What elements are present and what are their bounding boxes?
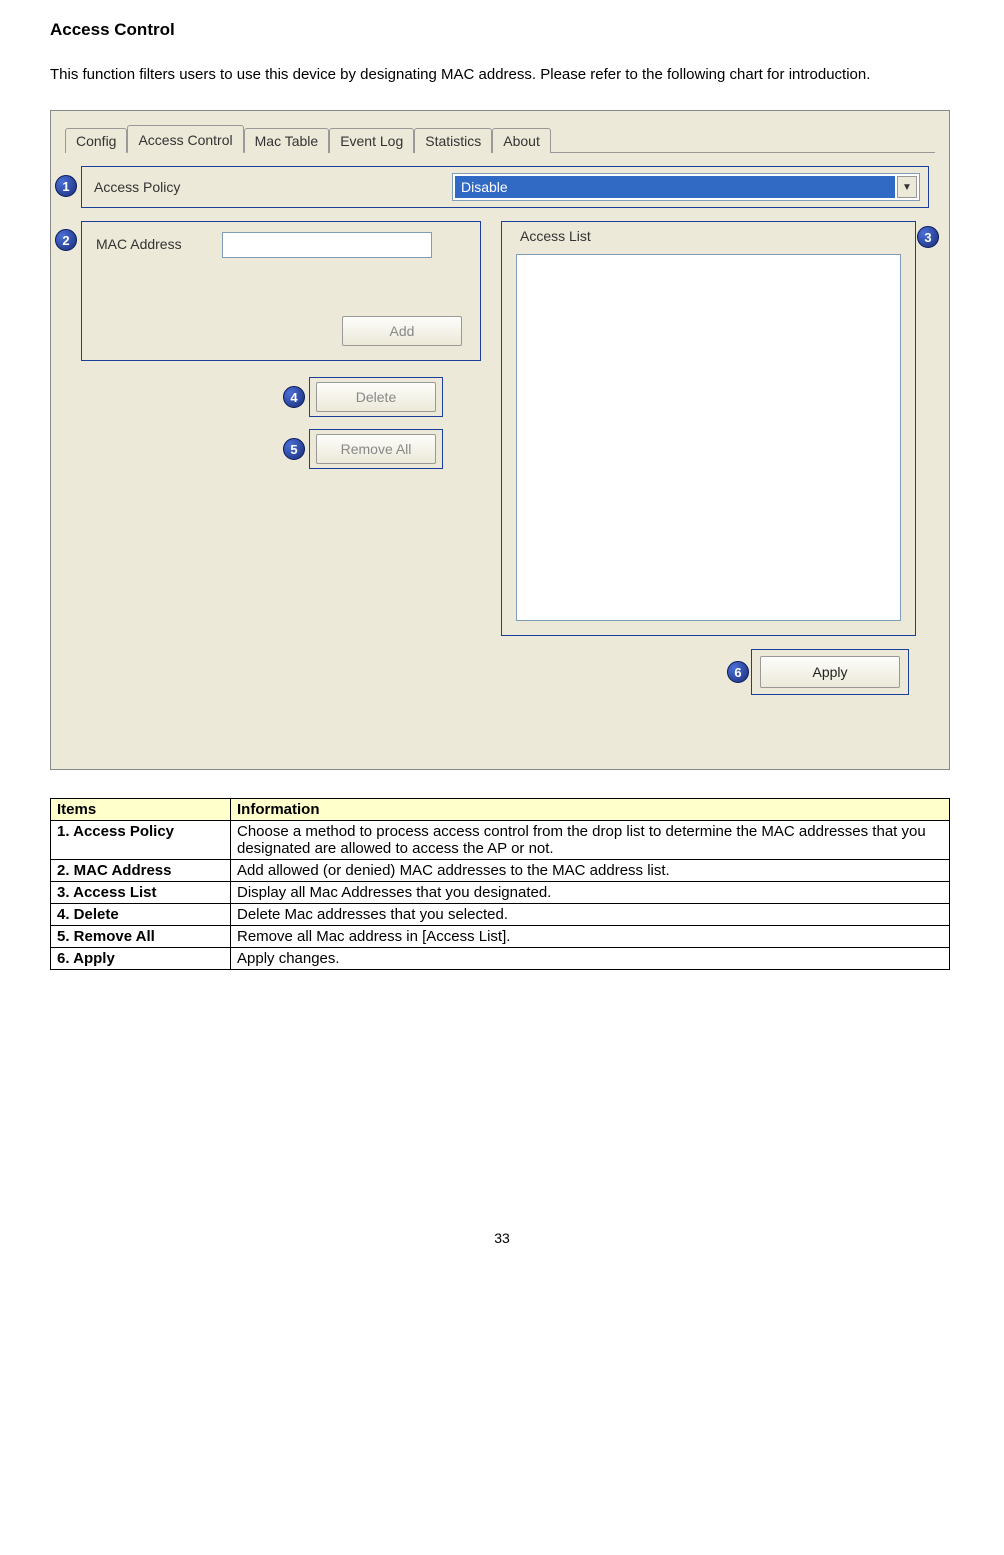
delete-button-frame: Delete — [309, 377, 443, 417]
page-title: Access Control — [50, 20, 954, 40]
table-row: 5. Remove All Remove all Mac address in … — [51, 926, 950, 948]
table-row: 4. Delete Delete Mac addresses that you … — [51, 904, 950, 926]
callout-marker-4: 4 — [283, 386, 305, 408]
tab-mac-table[interactable]: Mac Table — [244, 128, 330, 153]
table-header-row: Items Information — [51, 799, 950, 821]
tab-statistics[interactable]: Statistics — [414, 128, 492, 153]
callout-marker-3: 3 — [917, 226, 939, 248]
callout-marker-5: 5 — [283, 438, 305, 460]
apply-button-frame: Apply — [751, 649, 909, 695]
tab-event-log[interactable]: Event Log — [329, 128, 414, 153]
callout-marker-6: 6 — [727, 661, 749, 683]
info-table: Items Information 1. Access Policy Choos… — [50, 798, 950, 970]
chevron-down-icon[interactable]: ▼ — [897, 176, 917, 198]
access-policy-value: Disable — [455, 176, 895, 198]
add-button[interactable]: Add — [342, 316, 462, 346]
cell-info: Remove all Mac address in [Access List]. — [231, 926, 950, 948]
cell-item: 3. Access List — [51, 882, 231, 904]
table-row: 6. Apply Apply changes. — [51, 948, 950, 970]
tab-bar: Config Access Control Mac Table Event Lo… — [65, 123, 935, 153]
intro-text: This function filters users to use this … — [50, 60, 954, 90]
header-items: Items — [51, 799, 231, 821]
cell-item: 6. Apply — [51, 948, 231, 970]
cell-item: 2. MAC Address — [51, 860, 231, 882]
callout-marker-2: 2 — [55, 229, 77, 251]
access-policy-select[interactable]: Disable ▼ — [452, 173, 920, 201]
table-row: 3. Access List Display all Mac Addresses… — [51, 882, 950, 904]
cell-info: Choose a method to process access contro… — [231, 821, 950, 860]
delete-button[interactable]: Delete — [316, 382, 436, 412]
access-policy-label: Access Policy — [82, 179, 452, 195]
table-row: 1. Access Policy Choose a method to proc… — [51, 821, 950, 860]
access-policy-row: Access Policy Disable ▼ — [81, 166, 929, 208]
tab-about[interactable]: About — [492, 128, 551, 153]
cell-info: Add allowed (or denied) MAC addresses to… — [231, 860, 950, 882]
mac-address-input[interactable] — [222, 232, 432, 258]
cell-item: 5. Remove All — [51, 926, 231, 948]
cell-info: Delete Mac addresses that you selected. — [231, 904, 950, 926]
callout-marker-1: 1 — [55, 175, 77, 197]
cell-item: 4. Delete — [51, 904, 231, 926]
apply-button[interactable]: Apply — [760, 656, 900, 688]
remove-all-button[interactable]: Remove All — [316, 434, 436, 464]
tab-access-control[interactable]: Access Control — [127, 125, 243, 153]
screenshot: Config Access Control Mac Table Event Lo… — [50, 110, 950, 770]
access-list-label: Access List — [516, 228, 595, 244]
header-information: Information — [231, 799, 950, 821]
cell-info: Display all Mac Addresses that you desig… — [231, 882, 950, 904]
access-list-box[interactable] — [516, 254, 901, 621]
access-list-group: Access List — [501, 221, 916, 636]
mac-address-label: MAC Address — [96, 236, 182, 252]
cell-item: 1. Access Policy — [51, 821, 231, 860]
remove-all-button-frame: Remove All — [309, 429, 443, 469]
table-row: 2. MAC Address Add allowed (or denied) M… — [51, 860, 950, 882]
cell-info: Apply changes. — [231, 948, 950, 970]
mac-address-group: MAC Address Add — [81, 221, 481, 361]
page-number: 33 — [50, 1230, 954, 1246]
tab-config[interactable]: Config — [65, 128, 127, 153]
